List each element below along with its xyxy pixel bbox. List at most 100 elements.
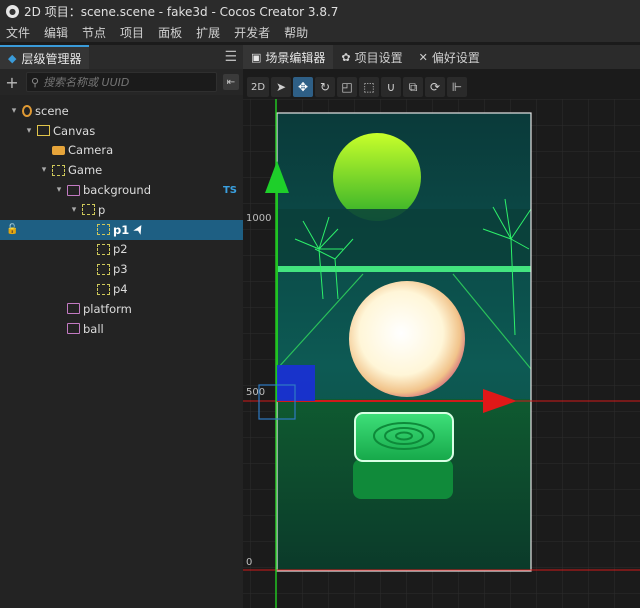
tab-preferences[interactable]: ✕ 偏好设置 [411,45,488,69]
cocos-logo-icon: ● [6,4,19,18]
crop-tool-icon[interactable]: ⧉ [403,77,423,97]
hierarchy-tabbar: ◆ 层级管理器 ☰ [0,45,243,69]
gizmo-xy-handle[interactable] [277,365,315,401]
scene-editor-panel: ▣ 场景编辑器 ✿ 项目设置 ✕ 偏好设置 2D ➤ ✥ ↻ ◰ ⬚ ∪ ⧉ ⟳… [243,45,640,608]
window-title: 2D 项目：scene.scene - fake3d - Cocos Creat… [24,4,339,19]
tree-row-label: p [98,202,106,217]
y-label-1000: 1000 [246,213,271,224]
scene-toolbar: 2D ➤ ✥ ↻ ◰ ⬚ ∪ ⧉ ⟳ ⊩ [243,76,467,98]
scene-icon [22,104,32,117]
chevron-down-icon[interactable]: ▾ [53,185,65,195]
tree-row-label: p2 [113,242,128,257]
sprite-icon [67,184,80,196]
tree-row-scene[interactable]: ▾ scene [0,101,243,121]
tab-hierarchy-label: 层级管理器 [21,51,82,66]
y-label-500: 500 [246,387,265,398]
tree-row-label: ball [83,321,104,336]
game-preview [276,112,532,572]
tree-row-platform[interactable]: platform [0,299,243,319]
panel-menu-icon[interactable]: ☰ [224,49,237,65]
tab-preferences-label: 偏好设置 [431,50,480,65]
menu-developer[interactable]: 开发者 [234,24,270,41]
menu-file[interactable]: 文件 [6,24,30,41]
scene-viewport[interactable]: 1000 500 0 [243,99,640,608]
search-box[interactable]: ⚲ [26,72,217,92]
platform-sprite [354,412,454,462]
node-icon [82,204,95,216]
collapse-all-button[interactable]: ⇤ [223,74,239,90]
node-icon [97,243,110,255]
script-badge: TS [222,184,237,196]
tree-row-canvas[interactable]: ▾ Canvas [0,121,243,141]
tree-row-label: background [83,183,152,198]
menu-help[interactable]: 帮助 [284,24,308,41]
tree-row-label: p1 [113,222,130,237]
tree-row-ball[interactable]: ball [0,319,243,339]
window-titlebar: ● 2D 项目：scene.scene - fake3d - Cocos Cre… [0,0,640,22]
chevron-down-icon[interactable]: ▾ [8,106,20,116]
wrench-icon: ✕ [418,50,428,64]
search-icon: ⚲ [31,75,40,89]
rotate-tool-icon[interactable]: ↻ [315,77,335,97]
tree-row-label: p3 [113,262,128,277]
menu-node[interactable]: 节点 [82,24,106,41]
tree-row-p1[interactable]: 🔓 p1 ➤ [0,219,243,240]
search-input[interactable] [43,75,194,89]
chevron-down-icon[interactable]: ▾ [23,126,35,136]
mouse-cursor-icon: ➤ [130,220,149,238]
tree-row-p2[interactable]: p2 [0,240,243,260]
split-tool-icon[interactable]: ⊩ [447,77,467,97]
tree-row-label: scene [35,103,69,118]
tree-row-label: Game [68,163,103,178]
menu-project[interactable]: 项目 [120,24,144,41]
tab-project-settings[interactable]: ✿ 项目设置 [333,45,410,69]
menu-extension[interactable]: 扩展 [196,24,220,41]
node-icon [97,263,110,275]
horizon-glow [277,266,531,272]
tree-row-label: platform [83,301,132,316]
tab-project-settings-label: 项目设置 [354,50,403,65]
add-node-button[interactable]: + [4,73,20,92]
scale-tool-icon[interactable]: ◰ [337,77,357,97]
layers-icon: ◆ [8,51,17,65]
tree-row-label: Canvas [53,123,96,138]
lock-icon[interactable]: 🔓 [6,224,18,235]
tree-row-game[interactable]: ▾ Game [0,160,243,180]
tree-row-p4[interactable]: p4 [0,279,243,299]
tree-row-background[interactable]: ▾ background TS [0,180,243,200]
camera-icon [52,145,65,155]
select-tool-icon[interactable]: ➤ [271,77,291,97]
tree-row-p3[interactable]: p3 [0,259,243,279]
rect-tool-icon[interactable]: ⬚ [359,77,379,97]
horizon-band [277,209,531,269]
move-tool-icon[interactable]: ✥ [293,77,313,97]
node-icon [97,283,110,295]
platform-base [353,459,453,499]
node-icon [97,224,110,236]
editor-tabbar: ▣ 场景编辑器 ✿ 项目设置 ✕ 偏好设置 [243,45,640,69]
snap-tool-icon[interactable]: ∪ [381,77,401,97]
y-label-0: 0 [246,557,252,568]
menu-edit[interactable]: 编辑 [44,24,68,41]
tab-hierarchy[interactable]: ◆ 层级管理器 [0,45,90,69]
scene-canvas[interactable]: 1000 500 0 [243,99,640,608]
tree-row-label: p4 [113,282,128,297]
tree-row-label: Camera [68,143,114,158]
2d-mode-toggle[interactable]: 2D [247,77,269,97]
chevron-down-icon[interactable]: ▾ [68,205,80,215]
scene-editor-icon: ▣ [251,50,262,64]
node-tree: ▾ scene ▾ Canvas Camera ▾ Game ▾ background TS ▾ p 🔓… [0,101,243,339]
node-icon [52,164,65,176]
sprite-icon [67,323,80,335]
tree-row-p[interactable]: ▾ p [0,200,243,220]
refresh-tool-icon[interactable]: ⟳ [425,77,445,97]
tab-scene-editor-label: 场景编辑器 [265,50,326,65]
tree-row-camera[interactable]: Camera [0,141,243,161]
menu-panel[interactable]: 面板 [158,24,182,41]
tab-scene-editor[interactable]: ▣ 场景编辑器 [243,45,334,69]
gear-icon: ✿ [341,50,351,64]
menu-bar: 文件 编辑 节点 项目 面板 扩展 开发者 帮助 [0,22,640,42]
hierarchy-toolbar: + ⚲ ⇤ [0,69,243,95]
canvas-node-icon [37,125,50,137]
chevron-down-icon[interactable]: ▾ [38,165,50,175]
